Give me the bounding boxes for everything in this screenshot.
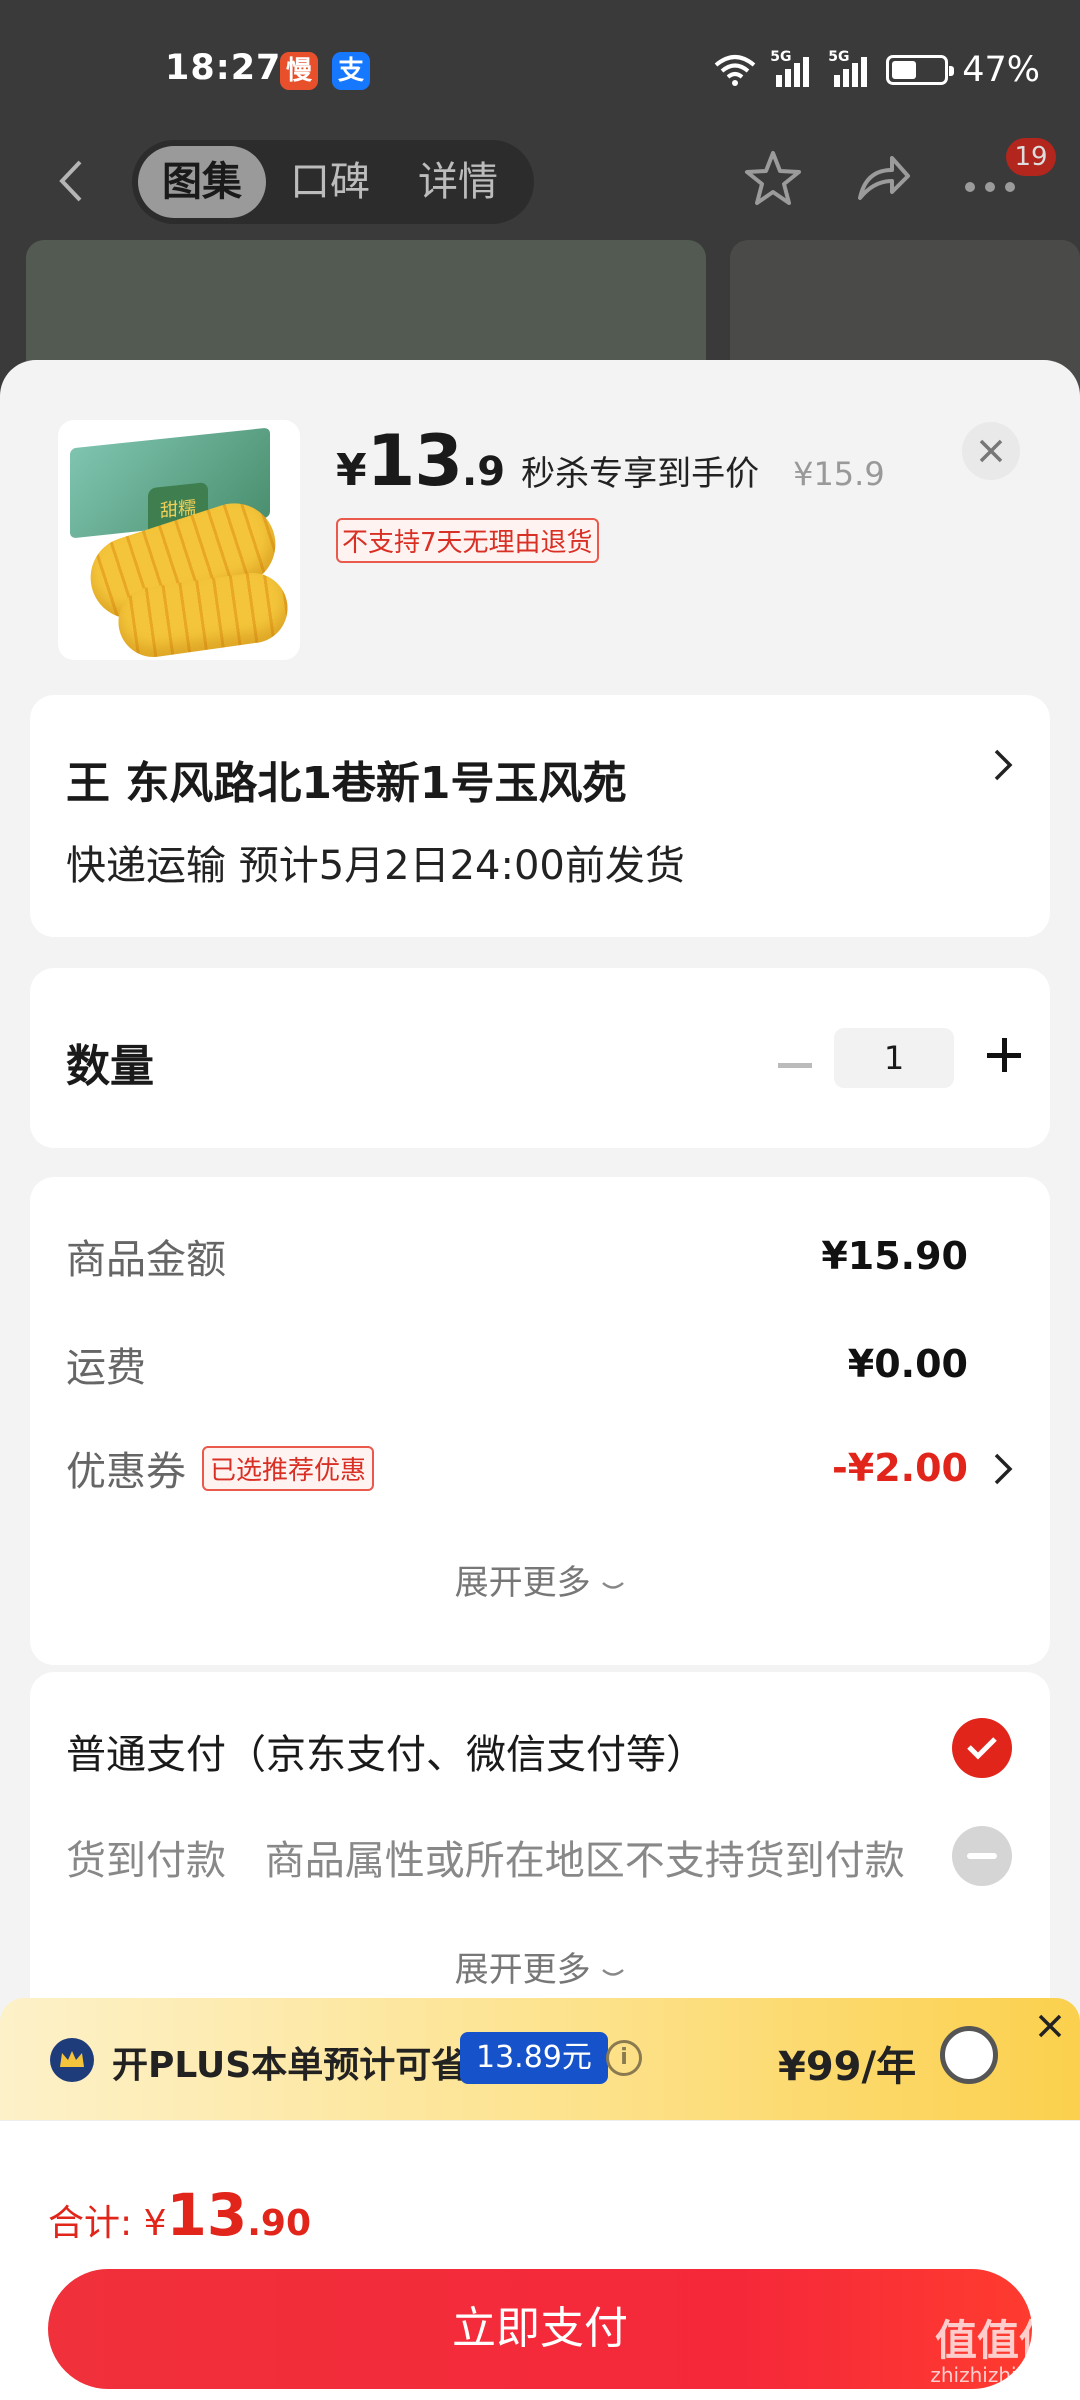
expand-amounts-link[interactable]: 展开更多: [30, 1555, 1050, 1604]
status-time: 18:27: [165, 48, 282, 88]
status-bar: 18:27 慢 支 5G 5G 47%: [0, 0, 1080, 140]
wifi-icon: [714, 55, 756, 86]
plus-icon: [987, 1038, 1021, 1072]
shipping-estimate: 快递运输 预计5月2日24:00前发货: [66, 843, 685, 889]
cod-payment-row: 货到付款 商品属性或所在地区不支持货到付款: [66, 1828, 905, 1886]
plus-savings-badge: 13.89元: [460, 2032, 608, 2084]
watermark: 值值值 zhizhizhi.com: [930, 2316, 1066, 2388]
price-integer: 13: [366, 420, 463, 502]
close-plus-banner-button[interactable]: [1030, 2006, 1070, 2046]
shipping-fee-label: 运费: [66, 1345, 146, 1391]
price-description: 秒杀专享到手价: [521, 454, 760, 494]
expand-payment-link[interactable]: 展开更多: [30, 1942, 1050, 1991]
cod-label: 货到付款: [66, 1838, 226, 1884]
goods-amount-label: 商品金额: [66, 1237, 226, 1283]
delivery-address: 王 东风路北1巷新1号玉风苑: [66, 758, 627, 809]
battery-icon: [886, 55, 955, 85]
info-icon[interactable]: i: [606, 2040, 642, 2076]
cellular-signal-1-icon: 5G: [770, 49, 814, 87]
quantity-label: 数量: [66, 1041, 154, 1092]
check-icon: [967, 1737, 997, 1760]
quantity-input[interactable]: 1: [834, 1028, 954, 1088]
return-policy-tag: 不支持7天无理由退货: [336, 518, 599, 563]
plus-savings-text: 开PLUS本单预计可省: [112, 2045, 468, 2086]
chevron-right-icon[interactable]: [992, 1449, 1014, 1499]
quantity-increase-button[interactable]: [974, 1024, 1034, 1084]
close-icon: [1038, 2014, 1062, 2038]
order-total: 合计: ¥13.90: [48, 2181, 311, 2249]
chevron-left-icon: [59, 160, 82, 202]
plus-crown-icon: [50, 2038, 94, 2082]
alipay-notification-icon: 支: [332, 52, 370, 90]
chevron-down-icon: [602, 1582, 625, 1589]
product-thumbnail: 甜糯: [58, 420, 300, 660]
product-tabs: 图集 口碑 详情: [132, 140, 534, 224]
notification-badge: 19: [1006, 138, 1056, 176]
price-decimal: .9: [462, 449, 506, 495]
normal-payment-label[interactable]: 普通支付（京东支付、微信支付等）: [66, 1722, 706, 1780]
price-row: ¥ 13 .9 秒杀专享到手价 ¥15.9: [336, 420, 885, 502]
total-label: 合计:: [48, 2203, 133, 2244]
coupon-discount-value: -¥2.00: [832, 1446, 968, 1490]
chevron-down-icon: [602, 1969, 625, 1976]
pay-now-button[interactable]: 立即支付: [48, 2269, 1032, 2389]
background-product-page: 18:27 慢 支 5G 5G 47% 图集 口碑 详情 19: [0, 0, 1080, 400]
plus-annual-price: ¥99/年: [778, 2044, 917, 2090]
total-integer: 13: [166, 2181, 248, 2249]
favorite-star-icon[interactable]: [738, 148, 808, 218]
app-notification-icon: 慢: [280, 52, 318, 90]
close-sheet-button[interactable]: [962, 422, 1020, 480]
cellular-signal-2-icon: 5G: [828, 49, 872, 87]
plus-select-radio[interactable]: [940, 2026, 998, 2084]
minus-icon: [778, 1063, 812, 1068]
coupon-tag: 已选推荐优惠: [202, 1445, 375, 1491]
quantity-decrease-button[interactable]: [770, 1028, 820, 1078]
chevron-right-icon: [992, 745, 1014, 796]
shipping-fee-value: ¥0.00: [847, 1342, 968, 1386]
original-price: ¥15.9: [793, 455, 885, 493]
back-button[interactable]: [52, 156, 102, 206]
quantity-card: 数量 1: [30, 968, 1050, 1148]
amount-card: 商品金额 ¥15.90 运费 ¥0.00 优惠券 已选推荐优惠 -¥2.00 展…: [30, 1177, 1050, 1665]
total-currency: ¥: [143, 2203, 167, 2244]
tab-reviews[interactable]: 口碑: [266, 146, 394, 218]
checkout-bar: 合计: ¥13.90 立即支付: [0, 2120, 1080, 2400]
close-icon: [979, 439, 1003, 463]
coupon-label: 优惠券: [66, 1449, 186, 1495]
plus-membership-banner[interactable]: 开PLUS本单预计可省 13.89元 i ¥99/年: [0, 1998, 1080, 2120]
shipping-fee-row: 运费 ¥0.00: [66, 1335, 968, 1393]
cod-disabled-icon: [952, 1826, 1012, 1886]
coupon-row[interactable]: 优惠券 已选推荐优惠 -¥2.00: [66, 1439, 968, 1497]
share-icon[interactable]: [848, 148, 918, 218]
address-card[interactable]: 王 东风路北1巷新1号玉风苑 快递运输 预计5月2日24:00前发货: [30, 695, 1050, 937]
price-currency: ¥: [336, 445, 367, 496]
cod-unsupported-note: 商品属性或所在地区不支持货到付款: [264, 1838, 905, 1884]
tab-details[interactable]: 详情: [394, 146, 522, 218]
product-nav-bar: 图集 口碑 详情 19: [0, 138, 1080, 228]
tab-gallery[interactable]: 图集: [138, 146, 266, 218]
goods-amount-row: 商品金额 ¥15.90: [66, 1227, 968, 1285]
normal-payment-selected-check[interactable]: [952, 1718, 1012, 1778]
goods-amount-value: ¥15.90: [821, 1234, 968, 1278]
battery-percent: 47%: [962, 50, 1040, 90]
total-decimal: .90: [247, 2203, 311, 2244]
